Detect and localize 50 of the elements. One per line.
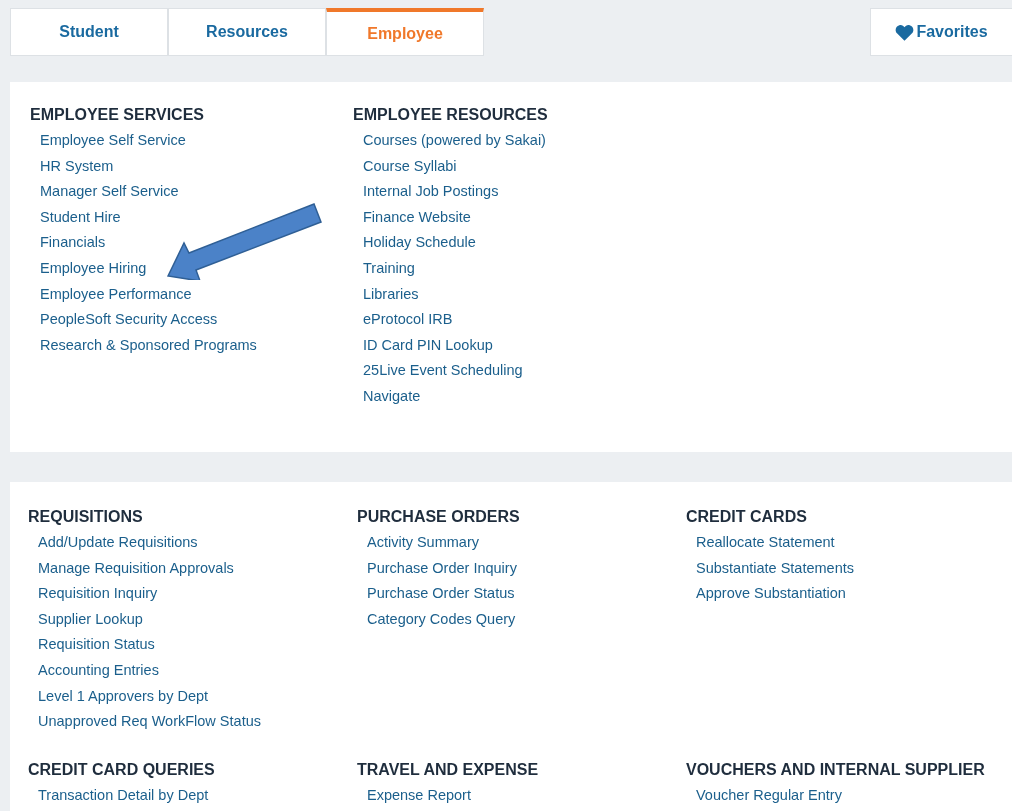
menu-link[interactable]: Requisition Status: [38, 632, 155, 658]
menu-link[interactable]: Purchase Order Status: [367, 581, 515, 607]
menu-link[interactable]: Student Hire: [40, 204, 121, 231]
menu-link[interactable]: Financials: [40, 230, 106, 256]
menu-link[interactable]: Reallocate Statement: [696, 530, 835, 556]
section-heading: REQUISITIONS: [28, 507, 143, 527]
menu-link[interactable]: ID Card PIN Lookup: [363, 332, 493, 359]
menu-link[interactable]: Purchase Order Inquiry: [367, 555, 517, 582]
menu-link[interactable]: Transaction Detail by Dept: [38, 782, 209, 809]
section-heading: EMPLOYEE RESOURCES: [353, 105, 548, 125]
section-heading: VOUCHERS AND INTERNAL SUPPLIER: [686, 759, 985, 780]
menu-link[interactable]: Employee Performance: [40, 281, 192, 308]
section-heading: TRAVEL AND EXPENSE: [357, 759, 539, 780]
menu-link[interactable]: Training: [363, 255, 415, 282]
menu-link[interactable]: HR System: [40, 153, 114, 180]
section-heading: CREDIT CARDS: [686, 507, 807, 527]
menu-link[interactable]: Supplier Lookup: [38, 606, 143, 633]
menu-link[interactable]: Research & Sponsored Programs: [40, 332, 257, 359]
menu-link[interactable]: Navigate: [363, 383, 421, 410]
menu-link[interactable]: Courses (powered by Sakai): [363, 128, 546, 154]
menu-link[interactable]: Accounting Entries: [38, 657, 159, 684]
section-heading: PURCHASE ORDERS: [357, 507, 520, 527]
menu-link[interactable]: Employee Hiring: [40, 255, 147, 282]
menu-link[interactable]: PeopleSoft Security Access: [40, 307, 218, 333]
menu-link[interactable]: Expense Report: [367, 782, 471, 809]
section-heading: EMPLOYEE SERVICES: [30, 105, 204, 125]
tab[interactable]: Resources: [168, 8, 326, 56]
menu-link[interactable]: Manager Self Service: [40, 179, 179, 205]
heart-icon: [895, 23, 915, 41]
menu-link[interactable]: Libraries: [363, 281, 419, 308]
menu-link[interactable]: Activity Summary: [367, 530, 479, 556]
menu-link[interactable]: Holiday Schedule: [363, 230, 476, 256]
menu-link[interactable]: Level 1 Approvers by Dept: [38, 683, 209, 710]
menu-link[interactable]: eProtocol IRB: [363, 307, 453, 333]
menu-link[interactable]: Approve Substantiation: [696, 581, 846, 607]
menu-link[interactable]: 25Live Event Scheduling: [363, 358, 523, 384]
menu-link[interactable]: Add/Update Requisitions: [38, 530, 198, 556]
menu-link[interactable]: Finance Website: [363, 204, 471, 231]
menu-link[interactable]: Internal Job Postings: [363, 179, 499, 205]
menu-link[interactable]: Voucher Regular Entry: [696, 782, 842, 809]
menu-link[interactable]: Unapproved Req WorkFlow Status: [38, 709, 261, 735]
menu-link[interactable]: Category Codes Query: [367, 606, 516, 633]
tab[interactable]: Student: [10, 8, 168, 56]
favorites-tab[interactable]: Favorites: [870, 8, 1012, 56]
menu-link[interactable]: Manage Requisition Approvals: [38, 555, 234, 582]
menu-link[interactable]: Requisition Inquiry: [38, 581, 158, 607]
menu-link[interactable]: Course Syllabi: [363, 153, 457, 180]
section-heading: CREDIT CARD QUERIES: [28, 759, 215, 780]
menu-link[interactable]: Employee Self Service: [40, 128, 186, 154]
menu-link[interactable]: Substantiate Statements: [696, 555, 854, 582]
